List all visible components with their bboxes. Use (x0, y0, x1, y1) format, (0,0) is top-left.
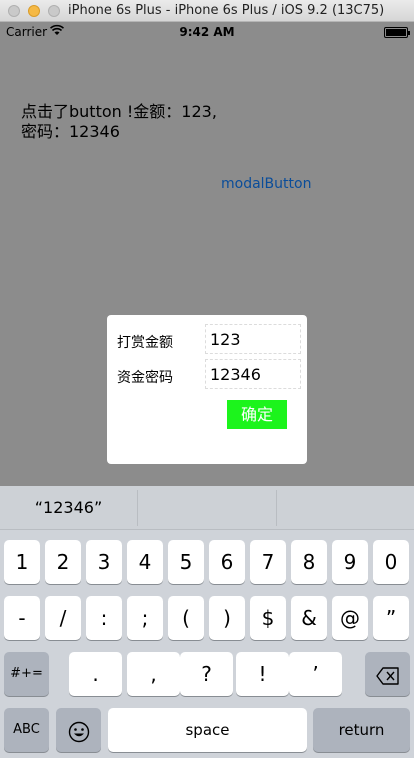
key-space[interactable]: space (108, 708, 307, 752)
backspace-key[interactable] (365, 652, 410, 696)
key-hyphen[interactable]: - (4, 596, 40, 640)
key-4[interactable]: 4 (127, 540, 163, 584)
key-5[interactable]: 5 (168, 540, 204, 584)
key-more-symbols[interactable]: #+= (4, 652, 49, 696)
result-message: 点击了button !金额：123, 密码：12346 (21, 102, 281, 142)
key-abc[interactable]: ABC (4, 708, 49, 752)
key-colon[interactable]: : (86, 596, 122, 640)
result-message-line2: 密码：12346 (21, 122, 120, 141)
key-dollar[interactable]: $ (250, 596, 286, 640)
key-8[interactable]: 8 (291, 540, 327, 584)
suggestion-2[interactable] (138, 486, 276, 530)
key-9[interactable]: 9 (332, 540, 368, 584)
suggestion-1[interactable]: “12346” (0, 486, 137, 530)
key-open-paren[interactable]: ( (168, 596, 204, 640)
key-at[interactable]: @ (332, 596, 368, 640)
key-6[interactable]: 6 (209, 540, 245, 584)
key-3[interactable]: 3 (86, 540, 122, 584)
key-return[interactable]: return (313, 708, 410, 752)
key-exclamation[interactable]: ! (236, 652, 289, 696)
status-time: 9:42 AM (179, 25, 235, 39)
amount-field[interactable]: 123 (205, 324, 301, 354)
key-ampersand[interactable]: & (291, 596, 327, 640)
emoji-icon (68, 721, 90, 743)
window-minimize-button[interactable] (28, 5, 40, 17)
key-apostrophe[interactable]: ’ (289, 652, 342, 696)
key-7[interactable]: 7 (250, 540, 286, 584)
key-quote[interactable]: ” (373, 596, 409, 640)
key-period[interactable]: . (69, 652, 122, 696)
key-comma[interactable]: , (127, 652, 180, 696)
reward-dialog: 打赏金额 123 资金密码 12346 确定 (107, 315, 307, 464)
key-1[interactable]: 1 (4, 540, 40, 584)
confirm-button[interactable]: 确定 (227, 400, 287, 429)
backspace-icon (375, 666, 400, 685)
key-0[interactable]: 0 (373, 540, 409, 584)
password-label: 资金密码 (117, 370, 173, 386)
key-question[interactable]: ? (180, 652, 233, 696)
simulator-title-bar: iPhone 6s Plus - iPhone 6s Plus / iOS 9.… (0, 0, 414, 22)
phone-screen: Carrier 9:42 AM 点击了button !金额：123, 密码：12… (0, 22, 414, 758)
key-semicolon[interactable]: ; (127, 596, 163, 640)
emoji-key[interactable] (56, 708, 101, 752)
window-title: iPhone 6s Plus - iPhone 6s Plus / iOS 9.… (68, 3, 385, 18)
keyboard: “12346” 1 2 3 4 5 6 7 8 9 0 - / : ; ( ) … (0, 486, 414, 758)
key-close-paren[interactable]: ) (209, 596, 245, 640)
result-message-line1: 点击了button !金额：123, (21, 102, 217, 121)
key-2[interactable]: 2 (45, 540, 81, 584)
suggestion-bar: “12346” (0, 486, 414, 530)
key-slash[interactable]: / (45, 596, 81, 640)
modal-button[interactable]: modalButton (221, 176, 311, 192)
suggestion-3[interactable] (277, 486, 414, 530)
amount-label: 打赏金额 (117, 335, 173, 351)
password-field[interactable]: 12346 (205, 359, 301, 389)
battery-icon (384, 27, 410, 38)
status-bar: Carrier 9:42 AM (0, 22, 414, 42)
window-maximize-button[interactable] (48, 5, 60, 17)
window-close-button[interactable] (8, 5, 20, 17)
